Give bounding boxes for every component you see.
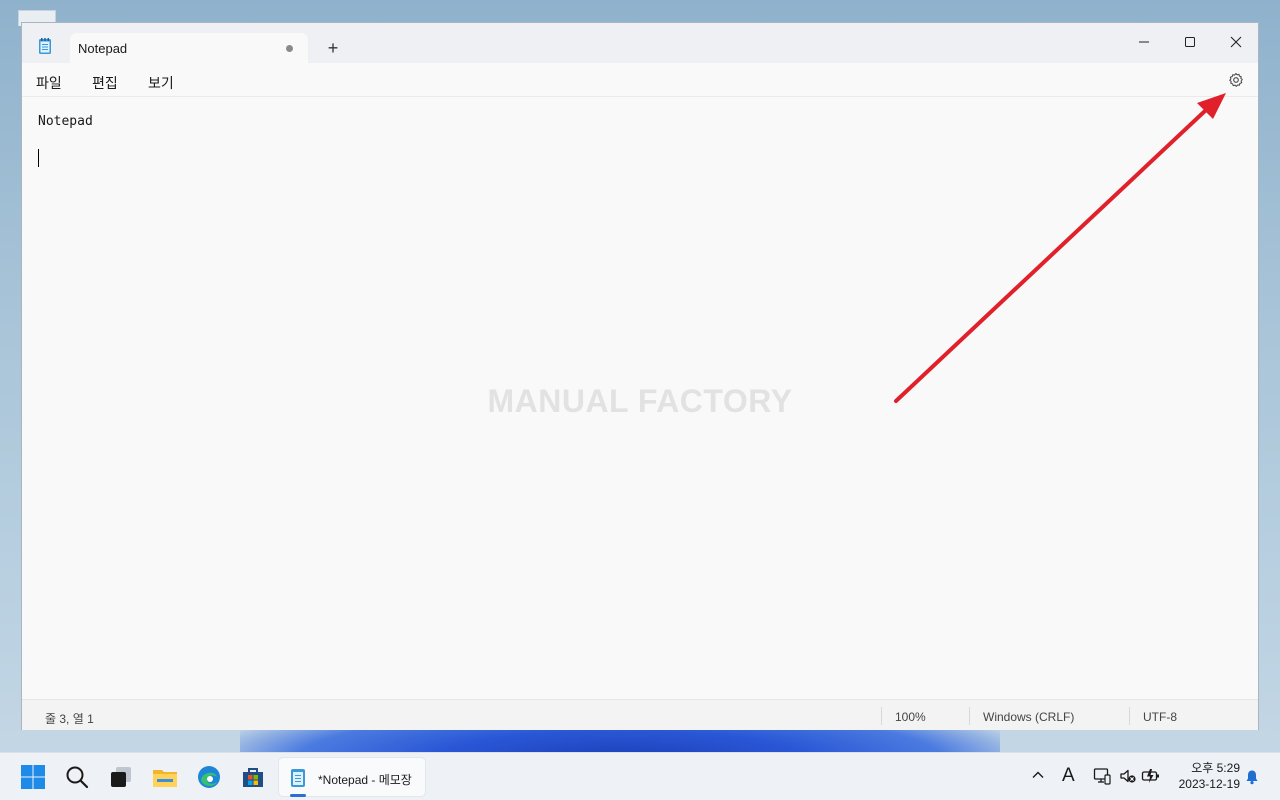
- tab-notepad[interactable]: Notepad: [70, 33, 308, 64]
- status-bar: 줄 3, 열 1 100% Windows (CRLF) UTF-8: [22, 699, 1258, 730]
- watermark: MANUAL FACTORY: [487, 383, 793, 419]
- volume-button[interactable]: [1119, 767, 1137, 790]
- battery-charging-icon: [1141, 769, 1159, 783]
- menu-file[interactable]: 파일: [36, 73, 62, 93]
- close-button[interactable]: [1213, 27, 1259, 57]
- status-cursor-position: 줄 3, 열 1: [45, 712, 94, 726]
- text-editor[interactable]: Notepad MANUAL FACTORY: [22, 97, 1258, 699]
- status-line-ending[interactable]: Windows (CRLF): [983, 710, 1074, 724]
- editor-line-1: Notepad: [38, 114, 93, 129]
- chevron-up-icon: [1032, 771, 1044, 778]
- tab-label: Notepad: [78, 41, 128, 56]
- search-button[interactable]: [63, 763, 91, 791]
- task-view-button[interactable]: [107, 763, 135, 791]
- taskbar-notepad-button[interactable]: *Notepad - 메모장: [278, 757, 426, 797]
- title-bar: Notepad +: [22, 23, 1259, 64]
- file-explorer-button[interactable]: [151, 763, 179, 791]
- store-icon: [243, 768, 263, 787]
- windows-logo-icon: [21, 765, 45, 789]
- clock-time: 오후 5:29: [1191, 761, 1240, 775]
- status-divider: [881, 707, 882, 725]
- store-button[interactable]: [239, 763, 267, 791]
- minimize-button[interactable]: [1121, 27, 1167, 57]
- active-indicator: [290, 794, 306, 797]
- gear-icon: [1229, 73, 1243, 87]
- notifications-button[interactable]: [1245, 769, 1259, 790]
- network-icon: [1093, 768, 1111, 785]
- notepad-app-icon: [36, 37, 54, 60]
- speaker-muted-icon: [1120, 769, 1136, 783]
- task-view-icon: [111, 767, 131, 787]
- status-zoom[interactable]: 100%: [895, 710, 926, 724]
- ime-indicator[interactable]: A: [1062, 765, 1075, 787]
- menu-edit[interactable]: 편집: [92, 73, 118, 93]
- status-encoding[interactable]: UTF-8: [1143, 710, 1177, 724]
- search-icon: [66, 766, 89, 789]
- minimize-icon: [1139, 41, 1149, 43]
- bell-icon: [1246, 770, 1258, 785]
- new-tab-button[interactable]: +: [322, 37, 344, 59]
- battery-button[interactable]: [1141, 767, 1161, 790]
- menu-view[interactable]: 보기: [148, 73, 174, 93]
- notepad-window: Notepad + 파일 편집 보기 Notepad MANUAL FACTOR…: [21, 22, 1259, 730]
- close-icon: [1230, 36, 1242, 48]
- show-hidden-icons-button[interactable]: [1031, 768, 1045, 787]
- status-divider: [969, 707, 970, 725]
- text-caret: [38, 149, 39, 167]
- start-button[interactable]: [19, 763, 47, 791]
- settings-button[interactable]: [1228, 72, 1244, 93]
- edge-browser-button[interactable]: [195, 763, 223, 791]
- taskbar-app-label: *Notepad - 메모장: [318, 773, 412, 787]
- unsaved-dot-icon[interactable]: [286, 45, 293, 52]
- taskbar: *Notepad - 메모장 A 오후 5:29 2023-12-19: [0, 752, 1280, 800]
- maximize-button[interactable]: [1167, 27, 1213, 57]
- maximize-icon: [1185, 37, 1195, 47]
- menu-bar: 파일 편집 보기: [22, 63, 1258, 97]
- notepad-taskbar-icon: [288, 767, 308, 794]
- clock[interactable]: 오후 5:29 2023-12-19: [1170, 760, 1240, 792]
- folder-icon: [153, 770, 177, 787]
- clock-date: 2023-12-19: [1178, 777, 1240, 791]
- edge-icon: [198, 766, 220, 788]
- status-divider: [1129, 707, 1130, 725]
- network-button[interactable]: [1093, 767, 1111, 790]
